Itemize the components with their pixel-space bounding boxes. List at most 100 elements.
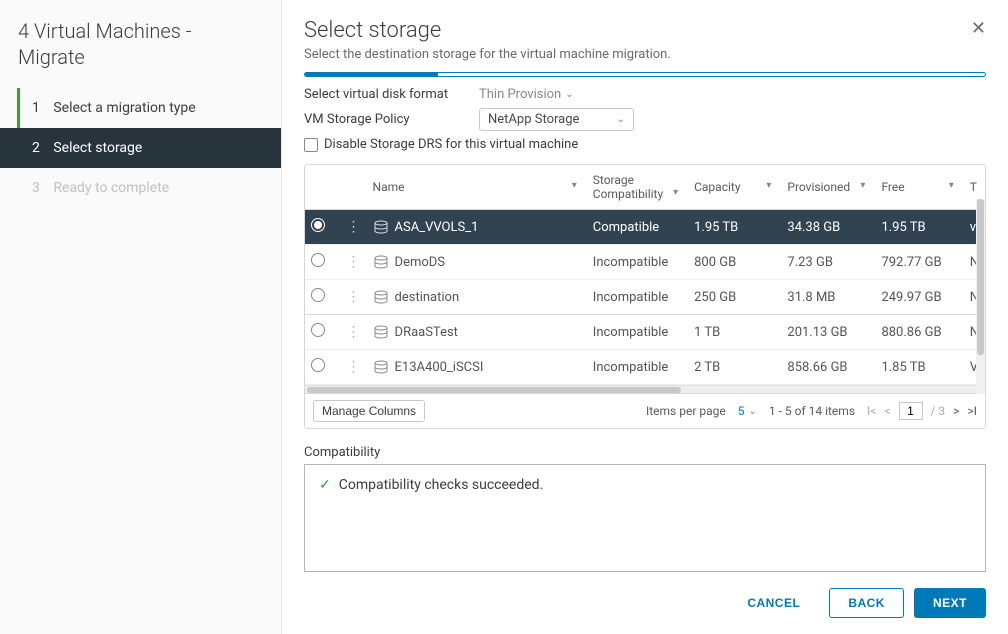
items-range: 1 - 5 of 14 items [769, 404, 855, 418]
step-select-storage[interactable]: 2 Select storage [0, 128, 281, 168]
total-pages: / 3 [931, 404, 946, 418]
filter-icon[interactable]: ▾ [766, 180, 771, 191]
provisioned-cell: 34.38 GB [781, 210, 875, 245]
items-per-page-select[interactable]: 5 ⌄ [738, 404, 757, 418]
column-capacity[interactable]: Capacity▾ [688, 165, 781, 210]
datastore-name: DRaaSTest [395, 325, 458, 340]
compatibility-cell: Incompatible [587, 315, 688, 350]
compatibility-cell: Compatible [587, 210, 688, 245]
provisioned-cell: 858.66 GB [781, 350, 875, 385]
row-radio[interactable] [311, 288, 325, 302]
tab-batch-configure[interactable]: BATCH CONFIGURE [305, 73, 438, 77]
table-row[interactable]: ⋮ASA_VVOLS_1Compatible1.95 TB34.38 GB1.9… [305, 210, 985, 245]
table-row[interactable]: ⋮ destination Incompatible250 GB31.8 MB249… [305, 280, 985, 315]
drag-handle-icon[interactable]: ⋮ [347, 219, 361, 235]
horizontal-scrollbar[interactable] [305, 385, 985, 393]
filter-icon[interactable]: ▾ [949, 180, 954, 191]
row-radio[interactable] [311, 358, 325, 372]
prev-page-icon: < [884, 404, 890, 418]
free-cell: 792.77 GB [875, 245, 963, 280]
step-label: Select a migration type [53, 100, 195, 116]
datastore-name: destination [395, 290, 460, 305]
last-page-icon[interactable]: >I [967, 404, 977, 418]
config-tabs: BATCH CONFIGURE CONFIGURE PER DISK [304, 72, 986, 77]
row-radio[interactable] [311, 253, 325, 267]
vertical-scrollbar[interactable] [976, 199, 985, 394]
step-num: 3 [32, 180, 40, 196]
compatibility-title: Compatibility [304, 445, 986, 460]
next-page-icon[interactable]: > [953, 404, 959, 418]
step-label: Ready to complete [53, 180, 169, 196]
compatibility-cell: Incompatible [587, 280, 688, 315]
wizard-content: ✕ Select storage Select the destination … [282, 0, 1008, 634]
capacity-cell: 1.95 TB [688, 210, 781, 245]
check-icon: ✓ [319, 477, 331, 493]
cancel-button[interactable]: CANCEL [728, 588, 819, 618]
step-select-migration-type[interactable]: 1 Select a migration type [0, 88, 281, 128]
filter-icon[interactable]: ▾ [572, 180, 577, 191]
step-ready-to-complete: 3 Ready to complete [0, 168, 281, 208]
page-number-input[interactable] [899, 402, 923, 420]
page-subtitle: Select the destination storage for the v… [304, 47, 986, 62]
column-free[interactable]: Free▾ [875, 165, 963, 210]
storage-policy-select[interactable]: NetApp Storage ⌄ [479, 108, 634, 131]
next-button[interactable]: NEXT [914, 588, 986, 618]
close-icon[interactable]: ✕ [971, 18, 986, 39]
filter-icon[interactable]: ▾ [673, 187, 678, 198]
free-cell: 880.86 GB [875, 315, 963, 350]
provisioned-cell: 7.23 GB [781, 245, 875, 280]
column-compatibility[interactable]: Storage Compatibility▾ [587, 165, 688, 210]
free-cell: 1.85 TB [875, 350, 963, 385]
back-button[interactable]: BACK [829, 588, 904, 618]
free-cell: 1.95 TB [875, 210, 963, 245]
filter-icon[interactable]: ▾ [860, 180, 865, 191]
chevron-down-icon: ⌄ [617, 114, 625, 125]
column-drag [341, 165, 367, 210]
manage-columns-button[interactable]: Manage Columns [313, 400, 425, 422]
provisioned-cell: 31.8 MB [781, 280, 875, 315]
table-row[interactable]: ⋮ DemoDS Incompatible800 GB7.23 GB792.77 G… [305, 245, 985, 280]
datastore-icon [373, 290, 389, 304]
column-provisioned[interactable]: Provisioned▾ [781, 165, 875, 210]
drag-handle-icon[interactable]: ⋮ [347, 254, 361, 270]
items-per-page-label: Items per page [646, 404, 726, 418]
datastore-icon [373, 220, 389, 234]
drag-handle-icon[interactable]: ⋮ [347, 359, 361, 375]
step-num: 2 [32, 140, 40, 156]
row-radio[interactable] [311, 218, 325, 232]
step-num: 1 [32, 100, 40, 116]
compatibility-panel: ✓ Compatibility checks succeeded. [304, 464, 986, 572]
page-title: Select storage [304, 18, 986, 43]
datastore-icon [373, 325, 389, 339]
drag-handle-icon[interactable]: ⋮ [347, 289, 361, 305]
tab-configure-per-disk[interactable]: CONFIGURE PER DISK [438, 73, 584, 77]
datastore-icon [373, 360, 389, 374]
wizard-steps: 1 Select a migration type 2 Select stora… [0, 88, 281, 208]
wizard-sidebar: 4 Virtual Machines - Migrate 1 Select a … [0, 0, 282, 634]
wizard-actions: CANCEL BACK NEXT [304, 572, 986, 618]
datastore-name: DemoDS [395, 255, 446, 270]
drag-handle-icon[interactable]: ⋮ [347, 324, 361, 340]
first-page-icon: I< [867, 404, 876, 418]
disable-drs-label: Disable Storage DRS for this virtual mac… [324, 137, 578, 152]
disk-format-select[interactable]: Thin Provision ⌄ [479, 87, 574, 102]
table-row[interactable]: ⋮ E13A400_iSCSI Incompatible2 TB858.66 GB1… [305, 350, 985, 385]
compatibility-cell: Incompatible [587, 350, 688, 385]
disable-drs-checkbox[interactable] [304, 138, 318, 152]
storage-policy-label: VM Storage Policy [304, 112, 479, 127]
disk-format-label: Select virtual disk format [304, 87, 479, 102]
column-select [305, 165, 341, 210]
datastore-table: Name▾ Storage Compatibility▾ Capacity▾ P… [304, 164, 986, 429]
chevron-down-icon: ⌄ [749, 406, 757, 417]
datastore-name: E13A400_iSCSI [395, 360, 484, 375]
capacity-cell: 250 GB [688, 280, 781, 315]
wizard-title: 4 Virtual Machines - Migrate [0, 18, 281, 88]
row-radio[interactable] [311, 323, 325, 337]
capacity-cell: 2 TB [688, 350, 781, 385]
free-cell: 249.97 GB [875, 280, 963, 315]
compatibility-cell: Incompatible [587, 245, 688, 280]
step-label: Select storage [53, 140, 142, 156]
capacity-cell: 800 GB [688, 245, 781, 280]
table-row[interactable]: ⋮DRaaSTestIncompatible1 TB201.13 GB880.8… [305, 315, 985, 350]
column-name[interactable]: Name▾ [367, 165, 587, 210]
